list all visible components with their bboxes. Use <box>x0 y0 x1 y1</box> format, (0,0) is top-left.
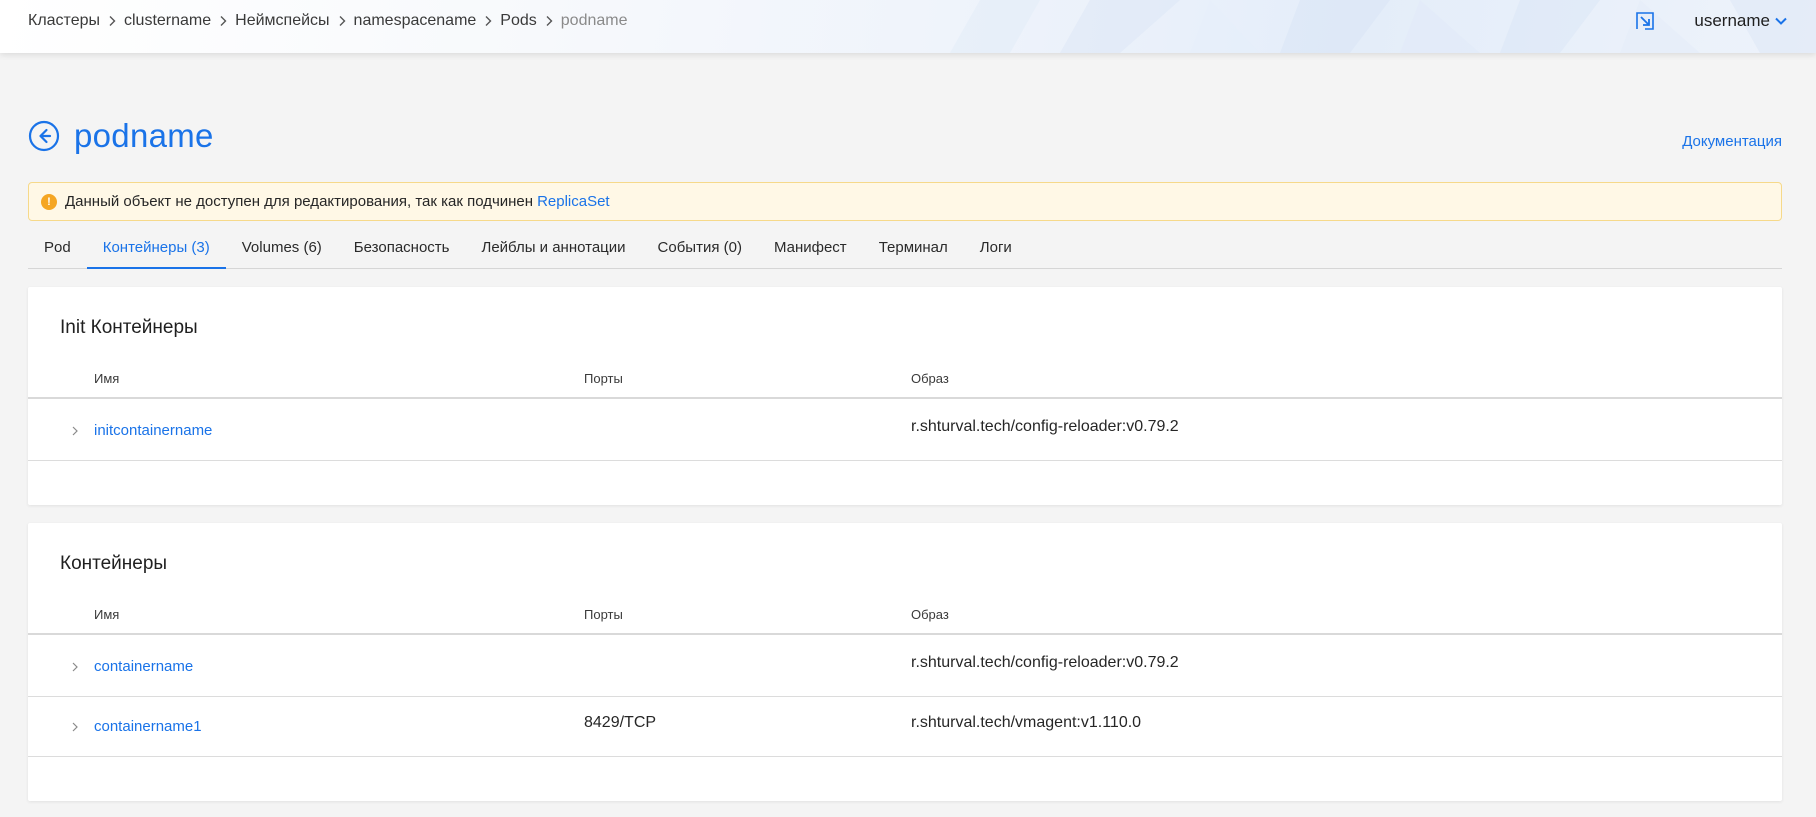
column-ports[interactable]: Порты <box>584 607 623 622</box>
topbar-actions: username <box>1634 0 1788 42</box>
page-title: podname <box>74 117 214 154</box>
column-name[interactable]: Имя <box>94 371 119 386</box>
container-ports: 8429/TCP <box>584 714 657 731</box>
breadcrumb-namespaces[interactable]: Неймспейсы <box>235 12 329 30</box>
chevron-right-icon <box>537 15 561 27</box>
replicaset-link[interactable]: ReplicaSet <box>537 193 610 210</box>
container-name-link[interactable]: containername <box>94 658 193 675</box>
container-name-link[interactable]: initcontainername <box>94 422 212 439</box>
tab-pod[interactable]: Pod <box>28 227 87 268</box>
breadcrumb-namespace[interactable]: namespacename <box>354 12 477 30</box>
column-name[interactable]: Имя <box>94 607 119 622</box>
init-containers-title: Init Контейнеры <box>60 317 198 338</box>
tab-labels-annotations[interactable]: Лейблы и аннотации <box>465 227 641 268</box>
container-image: r.shturval.tech/vmagent:v1.110.0 <box>911 714 1142 731</box>
chevron-right-icon[interactable] <box>68 717 82 737</box>
table-row: initcontainername r.shturval.tech/config… <box>28 401 1782 461</box>
chevron-right-icon <box>330 15 354 27</box>
breadcrumb-current: podname <box>560 12 628 29</box>
breadcrumb-cluster[interactable]: clustername <box>124 12 211 30</box>
table-row: containername1 8429/TCP r.shturval.tech/… <box>28 697 1782 757</box>
breadcrumb-clusters[interactable]: Кластеры <box>28 12 100 30</box>
container-image: r.shturval.tech/config-reloader:v0.79.2 <box>911 418 1179 435</box>
chevron-right-icon <box>100 15 124 27</box>
username-label: username <box>1694 11 1770 30</box>
column-image[interactable]: Образ <box>911 607 949 622</box>
tab-terminal[interactable]: Терминал <box>863 227 964 268</box>
container-name-link[interactable]: containername1 <box>94 718 202 735</box>
table-header: Имя Порты Образ <box>28 359 1782 399</box>
breadcrumb: Кластеры clustername Неймспейсы namespac… <box>28 0 627 42</box>
arrow-left-circle-icon[interactable] <box>28 120 60 152</box>
chevron-right-icon[interactable] <box>68 657 82 677</box>
tab-containers[interactable]: Контейнеры (3) <box>86 227 226 269</box>
column-image[interactable]: Образ <box>911 371 949 386</box>
page-header: podname Документация <box>28 116 1782 156</box>
containers-card: Контейнеры Имя Порты Образ containername… <box>28 523 1782 801</box>
chevron-right-icon <box>211 15 235 27</box>
external-link-icon[interactable] <box>1634 10 1656 32</box>
tab-manifest[interactable]: Манифест <box>758 227 863 268</box>
tab-events[interactable]: События (0) <box>642 227 758 268</box>
warning-icon: ! <box>41 193 57 210</box>
tab-logs[interactable]: Логи <box>964 227 1028 268</box>
breadcrumb-pods[interactable]: Pods <box>500 12 536 30</box>
top-bar: Кластеры clustername Неймспейсы namespac… <box>0 0 1816 53</box>
readonly-alert: ! Данный объект не доступен для редактир… <box>28 182 1782 221</box>
table-row: containername r.shturval.tech/config-rel… <box>28 637 1782 697</box>
tab-volumes[interactable]: Volumes (6) <box>226 227 338 268</box>
alert-text: Данный объект не доступен для редактиров… <box>65 193 534 210</box>
chevron-down-icon <box>1774 16 1788 26</box>
documentation-link[interactable]: Документация <box>1682 133 1782 150</box>
user-menu[interactable]: username <box>1694 11 1788 31</box>
table-header: Имя Порты Образ <box>28 595 1782 635</box>
tab-bar: Pod Контейнеры (3) Volumes (6) Безопасно… <box>28 228 1782 269</box>
column-ports[interactable]: Порты <box>584 371 623 386</box>
init-containers-card: Init Контейнеры Имя Порты Образ initcont… <box>28 287 1782 505</box>
tab-security[interactable]: Безопасность <box>338 227 466 268</box>
chevron-right-icon <box>476 15 500 27</box>
containers-title: Контейнеры <box>60 553 168 574</box>
chevron-right-icon[interactable] <box>68 421 82 441</box>
container-image: r.shturval.tech/config-reloader:v0.79.2 <box>911 654 1179 671</box>
